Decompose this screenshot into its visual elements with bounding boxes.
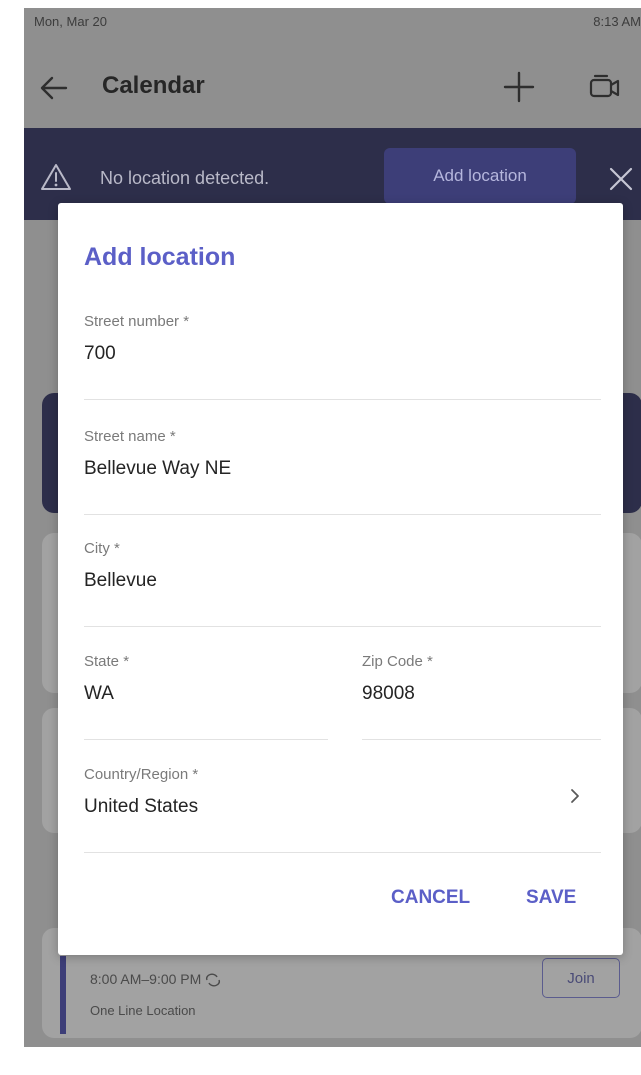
street-number-label: Street number * [84, 313, 190, 330]
back-arrow-icon[interactable] [38, 72, 70, 104]
event-accent-bar [60, 956, 66, 1034]
device-screen: Mon, Mar 20 8:13 AM Calendar No location… [24, 8, 641, 1047]
street-name-field[interactable]: Street name * Bellevue Way NE [84, 428, 601, 518]
field-divider [84, 514, 601, 515]
city-label: City * [84, 540, 120, 557]
join-button[interactable]: Join [542, 958, 620, 998]
country-region-select[interactable]: United States [84, 796, 198, 818]
city-field[interactable]: City * Bellevue [84, 540, 601, 630]
add-location-button[interactable]: Add location [384, 148, 576, 204]
repeat-icon [206, 973, 221, 987]
warning-triangle-icon [41, 164, 71, 190]
add-location-dialog: Add location Street number * 700 Street … [58, 203, 623, 955]
street-name-input[interactable]: Bellevue Way NE [84, 458, 231, 480]
video-camera-icon[interactable] [588, 70, 622, 104]
page-title: Calendar [102, 72, 205, 99]
plus-icon[interactable] [502, 70, 536, 104]
street-number-input[interactable]: 700 [84, 343, 116, 365]
zip-code-input[interactable]: 98008 [362, 683, 415, 705]
state-label: State * [84, 653, 130, 670]
event-time-text: 8:00 AM–9:00 PM [90, 971, 202, 987]
state-field[interactable]: State * WA [84, 653, 328, 743]
status-date: Mon, Mar 20 [34, 14, 107, 29]
event-location: One Line Location [90, 1003, 196, 1018]
city-input[interactable]: Bellevue [84, 570, 157, 592]
field-divider [84, 399, 601, 400]
field-divider [84, 852, 601, 853]
banner-message: No location detected. [100, 168, 270, 188]
dialog-title: Add location [84, 243, 236, 271]
status-time: 8:13 AM [593, 14, 641, 29]
country-region-field[interactable]: Country/Region * United States [84, 766, 601, 856]
field-divider [362, 739, 601, 740]
close-icon[interactable] [606, 164, 636, 194]
status-bar: Mon, Mar 20 8:13 AM [24, 8, 641, 44]
zip-code-field[interactable]: Zip Code * 98008 [362, 653, 601, 743]
chevron-right-icon[interactable] [568, 785, 582, 807]
zip-code-label: Zip Code * [362, 653, 433, 670]
street-number-field[interactable]: Street number * 700 [84, 313, 601, 403]
app-bar: Calendar [24, 44, 641, 132]
country-region-label: Country/Region * [84, 766, 199, 783]
street-name-label: Street name * [84, 428, 176, 445]
field-divider [84, 739, 328, 740]
state-input[interactable]: WA [84, 683, 114, 705]
field-divider [84, 626, 601, 627]
save-button[interactable]: SAVE [526, 887, 576, 909]
event-time: 8:00 AM–9:00 PM [90, 971, 221, 987]
cancel-button[interactable]: CANCEL [391, 887, 470, 909]
